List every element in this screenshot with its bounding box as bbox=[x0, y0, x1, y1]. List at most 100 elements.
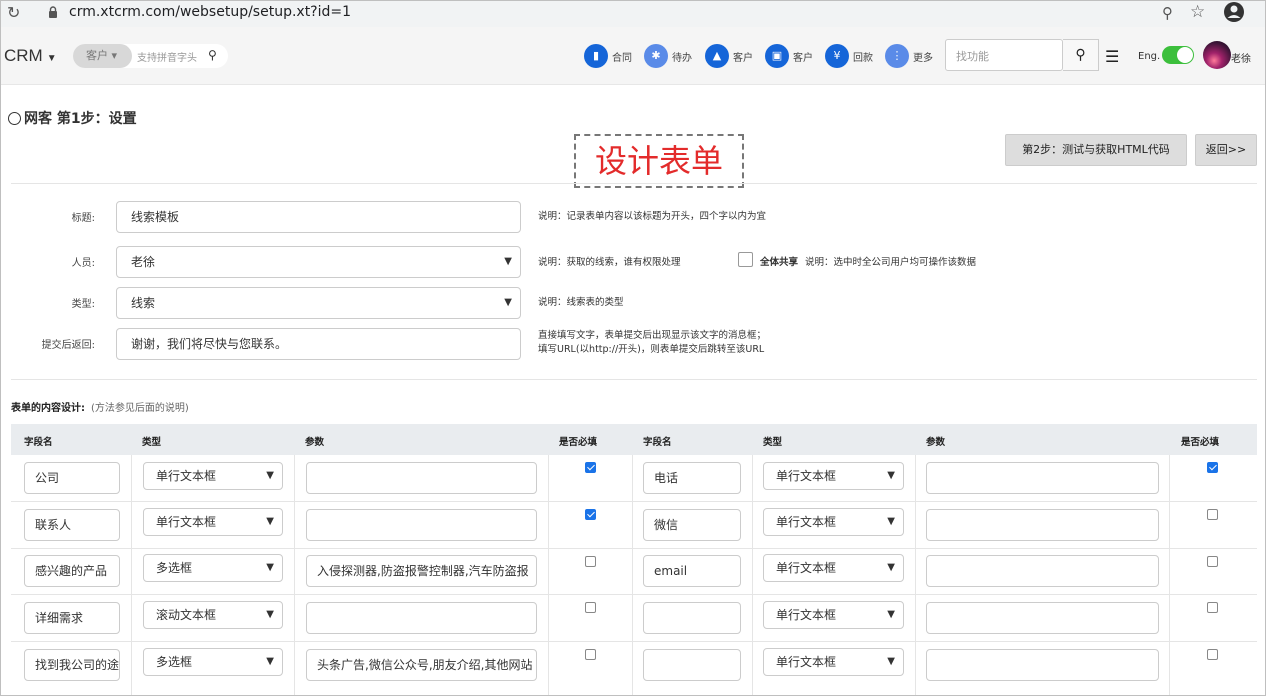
column-divider bbox=[915, 455, 916, 695]
field-param-input[interactable] bbox=[926, 649, 1159, 681]
field-param-input[interactable] bbox=[926, 509, 1159, 541]
field-param-input[interactable] bbox=[306, 462, 537, 494]
required-checkbox[interactable] bbox=[585, 602, 596, 613]
chevron-down-icon: ▼ bbox=[887, 470, 895, 481]
field-type-select[interactable]: 单行文本框 ▼ bbox=[143, 462, 283, 490]
column-divider bbox=[294, 455, 295, 695]
chevron-down-icon: ▼ bbox=[266, 656, 274, 667]
search-input[interactable]: 支持拼音字头 bbox=[137, 49, 197, 64]
search-icon[interactable]: ⚲ bbox=[208, 48, 217, 62]
account-icon[interactable] bbox=[1223, 1, 1245, 23]
quick-link-contract[interactable]: ▮ 合同 bbox=[584, 44, 632, 68]
field-param-input[interactable]: 头条广告,微信公众号,朋友介绍,其他网站 bbox=[306, 649, 537, 681]
function-search-button[interactable]: ⚲ bbox=[1063, 39, 1099, 71]
url-field[interactable]: crm.xtcrm.com/websetup/setup.xt?id=1 bbox=[69, 4, 351, 20]
toggle-knob bbox=[1177, 47, 1193, 63]
field-param-input[interactable] bbox=[926, 602, 1159, 634]
field-name-input[interactable]: 电话 bbox=[643, 462, 741, 494]
field-name-input[interactable]: 公司 bbox=[24, 462, 120, 494]
bank-icon: ▲ bbox=[705, 44, 729, 68]
field-name-input[interactable]: 联系人 bbox=[24, 509, 120, 541]
quick-link-customer-2[interactable]: ▣ 客户 bbox=[765, 44, 813, 68]
step2-button[interactable]: 第2步：测试与获取HTML代码 bbox=[1005, 134, 1187, 166]
field-param-input[interactable] bbox=[926, 555, 1159, 587]
reload-icon[interactable]: ↻ bbox=[7, 3, 20, 22]
field-name-input[interactable]: 感兴趣的产品 bbox=[24, 555, 120, 587]
quick-link-more[interactable]: ⋮ 更多 bbox=[885, 44, 933, 68]
zoom-icon[interactable]: ⚲ bbox=[1162, 4, 1173, 22]
column-divider bbox=[548, 455, 549, 695]
required-checkbox[interactable] bbox=[1207, 509, 1218, 520]
share-all-label: 全体共享 bbox=[760, 257, 799, 268]
field-type-select[interactable]: 单行文本框 ▼ bbox=[763, 462, 904, 490]
field-type-select[interactable]: 滚动文本框 ▼ bbox=[143, 601, 283, 629]
function-search-input[interactable]: 找功能 bbox=[945, 39, 1063, 71]
required-checkbox[interactable] bbox=[1207, 602, 1218, 613]
language-toggle[interactable] bbox=[1162, 46, 1194, 64]
field-param-input[interactable] bbox=[306, 602, 537, 634]
field-name-input[interactable]: email bbox=[643, 555, 741, 587]
field-name-input[interactable]: 微信 bbox=[643, 509, 741, 541]
avatar[interactable] bbox=[1203, 41, 1231, 69]
content-design-title: 表单的内容设计: (方法参见后面的说明) bbox=[11, 399, 189, 414]
field-type-select[interactable]: 单行文本框 ▼ bbox=[763, 648, 904, 676]
type-select[interactable]: 线索 ▼ bbox=[116, 287, 521, 319]
divider bbox=[11, 379, 1257, 380]
page: ↻ crm.xtcrm.com/websetup/setup.xt?id=1 ⚲… bbox=[0, 0, 1266, 696]
field-param-input[interactable]: 入侵探测器,防盗报警控制器,汽车防盗报 bbox=[306, 555, 537, 587]
field-type-select[interactable]: 多选框 ▼ bbox=[143, 554, 283, 582]
quick-link-todo[interactable]: ✱ 待办 bbox=[644, 44, 692, 68]
field-design-table: 字段名 类型 参数 是否必填 字段名 类型 参数 是否必填 公司 单行文本框 ▼ … bbox=[11, 424, 1257, 695]
required-checkbox[interactable] bbox=[585, 649, 596, 660]
chevron-down-icon: ▼ bbox=[266, 516, 274, 527]
user-name[interactable]: 老徐 bbox=[1231, 50, 1251, 65]
title-input[interactable]: 线索模板 bbox=[116, 201, 521, 233]
quick-link-label: 待办 bbox=[672, 52, 692, 64]
field-type-select[interactable]: 单行文本框 ▼ bbox=[763, 508, 904, 536]
language-label: Eng. bbox=[1138, 51, 1161, 62]
field-name-input[interactable]: 找到我公司的途 bbox=[24, 649, 120, 681]
field-name-input[interactable] bbox=[643, 649, 741, 681]
search-type-select[interactable]: 客户 ▾ bbox=[73, 44, 132, 68]
required-checkbox[interactable] bbox=[1207, 556, 1218, 567]
field-type-value: 单行文本框 bbox=[776, 655, 837, 669]
runner-icon: ✱ bbox=[644, 44, 668, 68]
field-type-select[interactable]: 多选框 ▼ bbox=[143, 648, 283, 676]
grid-icon: ⋮ bbox=[885, 44, 909, 68]
bookmark-star-icon[interactable]: ☆ bbox=[1190, 2, 1205, 22]
globe-icon bbox=[8, 112, 21, 125]
field-type-value: 单行文本框 bbox=[156, 515, 217, 529]
brand-menu[interactable]: CRM ▼ bbox=[4, 46, 57, 66]
menu-icon[interactable]: ☰ bbox=[1105, 47, 1119, 66]
field-name-input[interactable] bbox=[643, 602, 741, 634]
type-value: 线索 bbox=[131, 296, 156, 310]
owner-select[interactable]: 老徐 ▼ bbox=[116, 246, 521, 278]
back-button[interactable]: 返回>> bbox=[1195, 134, 1257, 166]
document-icon: ▮ bbox=[584, 44, 608, 68]
share-all-checkbox[interactable] bbox=[738, 252, 753, 267]
field-param-input[interactable] bbox=[306, 509, 537, 541]
chevron-down-icon: ▼ bbox=[266, 562, 274, 573]
quick-link-label: 客户 bbox=[793, 52, 813, 64]
row-divider bbox=[11, 641, 1257, 642]
return-input[interactable]: 谢谢，我们将尽快与您联系。 bbox=[116, 328, 521, 360]
chevron-down-icon: ▼ bbox=[504, 297, 512, 308]
column-divider bbox=[632, 455, 633, 695]
required-checkbox[interactable] bbox=[585, 462, 596, 473]
field-param-input[interactable] bbox=[926, 462, 1159, 494]
required-checkbox[interactable] bbox=[585, 556, 596, 567]
header-field-name: 字段名 bbox=[24, 437, 53, 448]
required-checkbox[interactable] bbox=[585, 509, 596, 520]
required-checkbox[interactable] bbox=[1207, 462, 1218, 473]
field-type-select[interactable]: 单行文本框 ▼ bbox=[143, 508, 283, 536]
quick-link-label: 更多 bbox=[913, 52, 933, 64]
chevron-down-icon: ▼ bbox=[887, 609, 895, 620]
field-type-select[interactable]: 单行文本框 ▼ bbox=[763, 554, 904, 582]
field-type-select[interactable]: 单行文本框 ▼ bbox=[763, 601, 904, 629]
required-checkbox[interactable] bbox=[1207, 649, 1218, 660]
field-name-input[interactable]: 详细需求 bbox=[24, 602, 120, 634]
field-type-value: 单行文本框 bbox=[776, 561, 837, 575]
quick-link-customer[interactable]: ▲ 客户 bbox=[705, 44, 753, 68]
lock-icon bbox=[49, 6, 57, 18]
quick-link-payment[interactable]: ¥ 回款 bbox=[825, 44, 873, 68]
